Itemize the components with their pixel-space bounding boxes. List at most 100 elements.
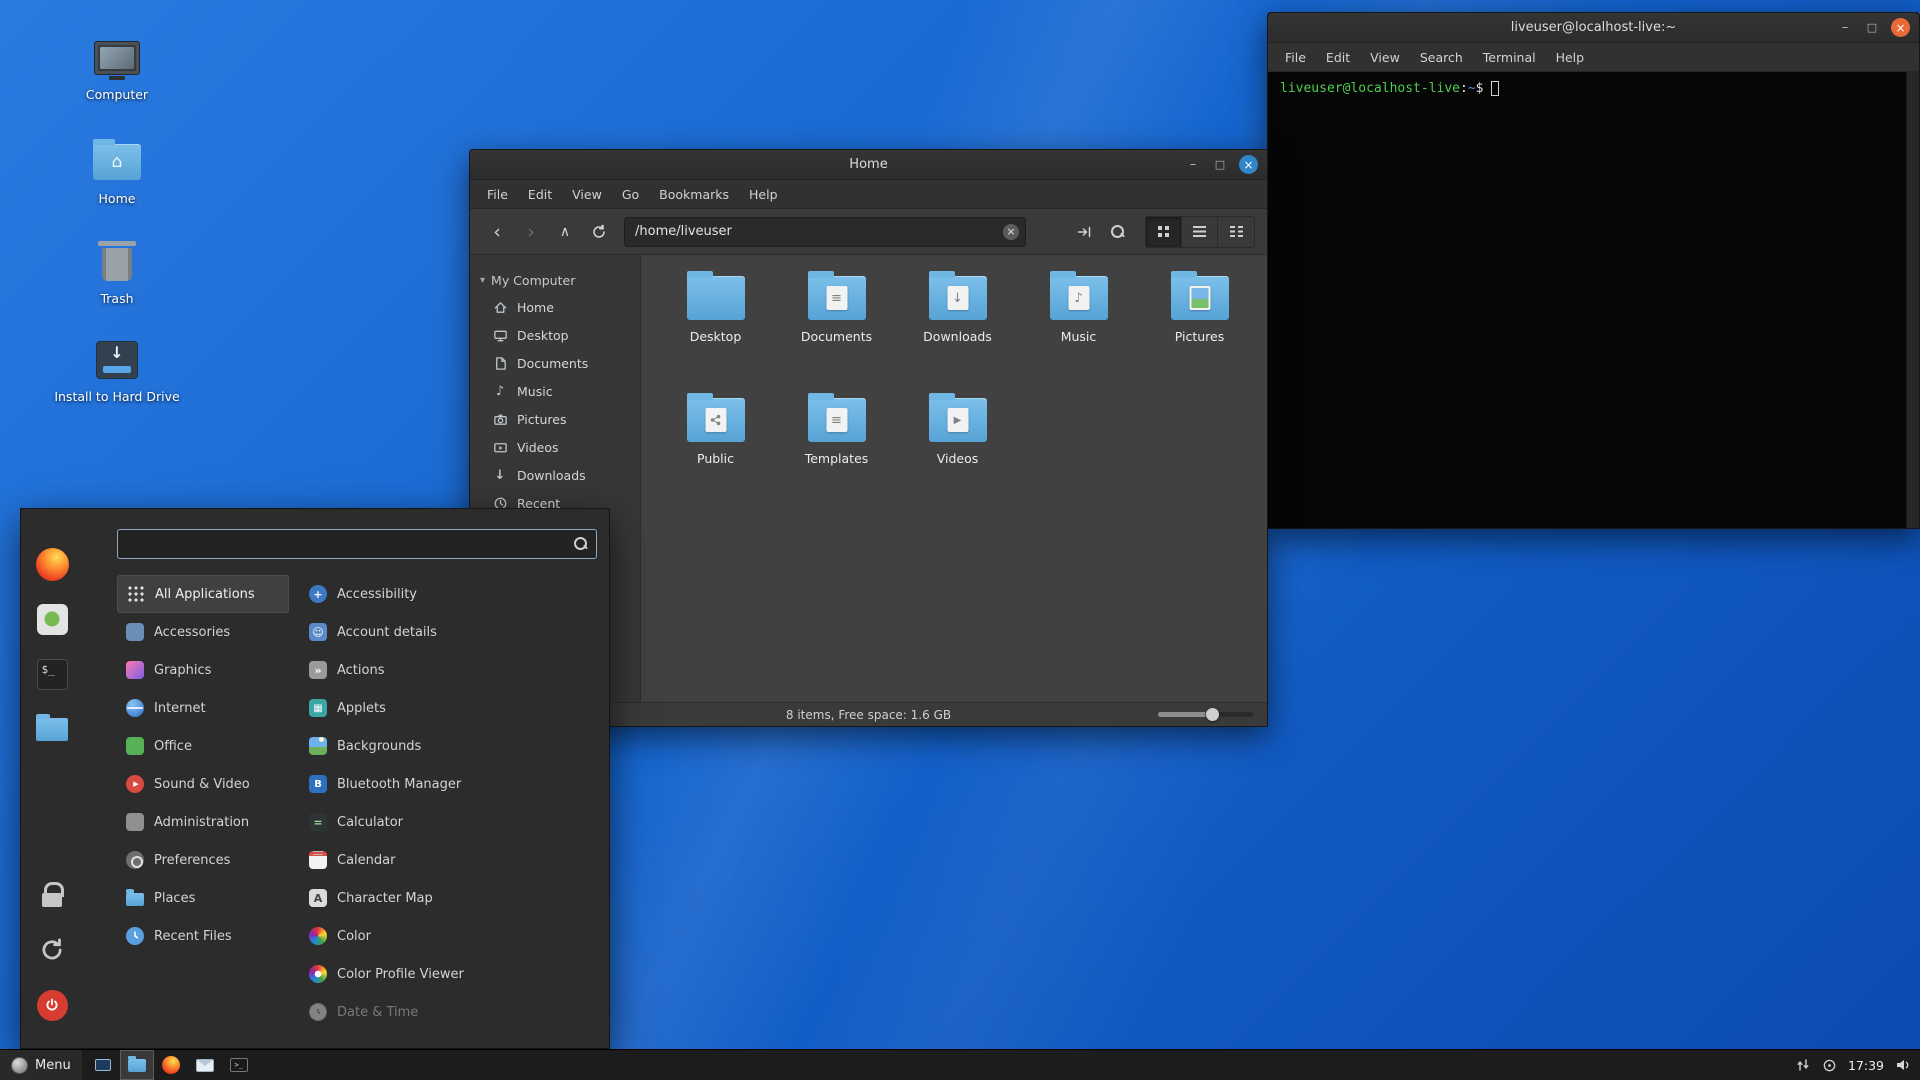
category-preferences[interactable]: Preferences [117,841,289,879]
zoom-slider[interactable] [1158,712,1253,717]
file-item-music[interactable]: ♪ Music [1018,269,1139,391]
category-administration[interactable]: Administration [117,803,289,841]
back-icon[interactable]: ‹ [482,217,512,247]
file-manager-titlebar[interactable]: Home [470,150,1267,180]
file-item-public[interactable]: Public [655,391,776,513]
app-applets[interactable]: Applets [301,689,597,727]
file-item-downloads[interactable]: ↓ Downloads [897,269,1018,391]
compact-view-button[interactable] [1218,217,1254,247]
file-item-templates[interactable]: ≡ Templates [776,391,897,513]
category-recent-files[interactable]: Recent Files [117,917,289,955]
shut-down-button[interactable] [35,988,69,1022]
category-all-applications[interactable]: All Applications [117,575,289,613]
file-item-desktop[interactable]: Desktop [655,269,776,391]
actions-icon [309,661,327,679]
minimize-icon[interactable] [1185,158,1201,171]
maximize-icon[interactable] [1864,21,1880,34]
clear-location-icon[interactable] [1003,224,1019,240]
menu-help[interactable]: Help [740,184,787,205]
icon-view-button[interactable] [1146,217,1182,247]
minimize-icon[interactable] [1837,21,1853,34]
menu-terminal[interactable]: Terminal [1474,47,1545,68]
terminal-launcher[interactable] [35,657,69,691]
status-tray-button[interactable] [1822,1058,1837,1073]
firefox-launcher[interactable] [35,547,69,581]
log-out-button[interactable] [35,933,69,967]
file-grid[interactable]: Desktop ≡ Documents ↓ Downloads ♪ Music … [641,255,1267,702]
sidebar-item-music[interactable]: ♪ Music [470,377,640,405]
prompt-user-host: liveuser@localhost-live [1280,81,1460,96]
file-item-videos[interactable]: ▶ Videos [897,391,1018,513]
files-taskbar-button[interactable] [120,1050,154,1080]
terminal-content[interactable]: liveuser@localhost-live:~$ [1268,72,1919,528]
volume-tray-button[interactable] [1895,1057,1911,1073]
menu-view[interactable]: View [563,184,611,205]
search-icon[interactable] [1103,217,1133,247]
category-sound-video[interactable]: Sound & Video [117,765,289,803]
sidebar-item-downloads[interactable]: ↓ Downloads [470,461,640,489]
menu-help[interactable]: Help [1547,47,1594,68]
files-launcher[interactable] [35,712,69,746]
desktop-icon-home[interactable]: ⌂ Home [52,140,182,207]
menu-search[interactable]: Search [1411,47,1472,68]
edit-location-icon[interactable] [1069,217,1099,247]
forward-icon[interactable]: › [516,217,546,247]
menu-go[interactable]: Go [613,184,648,205]
app-calculator[interactable]: Calculator [301,803,597,841]
menu-bookmarks[interactable]: Bookmarks [650,184,738,205]
category-internet[interactable]: Internet [117,689,289,727]
email-taskbar-button[interactable] [188,1050,222,1080]
app-accessibility[interactable]: Accessibility [301,575,597,613]
app-list-scrollbar[interactable] [589,577,595,1040]
firefox-taskbar-button[interactable] [154,1050,188,1080]
menu-edit[interactable]: Edit [519,184,561,205]
menu-file[interactable]: File [1276,47,1315,68]
sidebar-item-home[interactable]: Home [470,293,640,321]
zoom-slider-knob[interactable] [1206,708,1219,721]
desktop-icon-computer[interactable]: Computer [52,36,182,103]
desktop-icon-installer[interactable]: ↓ Install to Hard Drive [52,338,182,405]
terminal-taskbar-button[interactable] [222,1050,256,1080]
location-input[interactable] [624,217,1026,247]
category-places[interactable]: Places [117,879,289,917]
maximize-icon[interactable] [1212,158,1228,171]
app-character-map[interactable]: Character Map [301,879,597,917]
show-desktop-button[interactable] [86,1050,120,1080]
lock-screen-button[interactable] [35,878,69,912]
file-item-documents[interactable]: ≡ Documents [776,269,897,391]
app-backgrounds[interactable]: Backgrounds [301,727,597,765]
app-color[interactable]: Color [301,917,597,955]
close-icon[interactable] [1891,18,1910,37]
menu-file[interactable]: File [478,184,517,205]
app-date-time[interactable]: Date & Time [301,993,597,1031]
app-actions[interactable]: Actions [301,651,597,689]
sidebar-item-videos[interactable]: Videos [470,433,640,461]
app-color-profile-viewer[interactable]: Color Profile Viewer [301,955,597,993]
clock[interactable]: 17:39 [1848,1058,1884,1073]
terminal-scrollbar[interactable] [1906,72,1919,528]
list-view-button[interactable] [1182,217,1218,247]
close-icon[interactable] [1239,155,1258,174]
up-icon[interactable]: ∧ [550,217,580,247]
app-calendar[interactable]: Calendar [301,841,597,879]
category-accessories[interactable]: Accessories [117,613,289,651]
refresh-icon[interactable] [584,217,614,247]
search-input[interactable] [117,529,597,559]
file-item-pictures[interactable]: Pictures [1139,269,1260,391]
sidebar-item-pictures[interactable]: Pictures [470,405,640,433]
sidebar-item-documents[interactable]: Documents [470,349,640,377]
software-manager-launcher[interactable] [35,602,69,636]
sidebar-section-my-computer[interactable]: ▾ My Computer [470,267,640,293]
category-label: Recent Files [154,929,232,944]
network-tray-button[interactable] [1795,1057,1811,1073]
terminal-titlebar[interactable]: liveuser@localhost-live:~ [1268,13,1919,43]
sidebar-item-desktop[interactable]: Desktop [470,321,640,349]
menu-button[interactable]: Menu [0,1050,82,1080]
category-graphics[interactable]: Graphics [117,651,289,689]
menu-edit[interactable]: Edit [1317,47,1359,68]
app-account-details[interactable]: Account details [301,613,597,651]
category-office[interactable]: Office [117,727,289,765]
app-bluetooth-manager[interactable]: Bluetooth Manager [301,765,597,803]
menu-view[interactable]: View [1361,47,1409,68]
desktop-icon-trash[interactable]: Trash [52,240,182,307]
